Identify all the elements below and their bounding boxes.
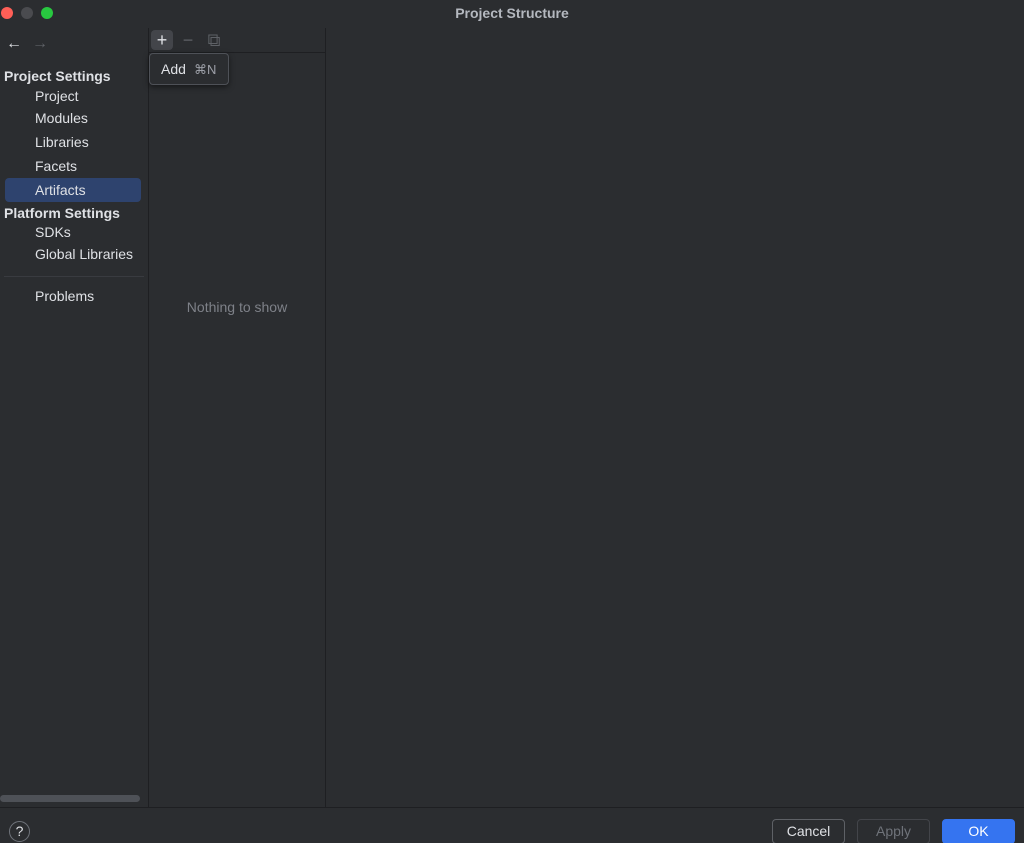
apply-button[interactable]: Apply xyxy=(857,819,930,843)
panel-divider[interactable] xyxy=(325,28,326,807)
tooltip-shortcut: ⌘N xyxy=(194,62,217,77)
forward-arrow-icon[interactable]: → xyxy=(30,34,50,54)
remove-icon[interactable]: − xyxy=(177,30,199,50)
sidebar-item-sdks[interactable]: SDKs xyxy=(5,220,141,244)
sidebar-item-global-libraries[interactable]: Global Libraries xyxy=(5,242,141,266)
cancel-button[interactable]: Cancel xyxy=(772,819,845,843)
artifacts-toolbar: + − ⧉ xyxy=(149,28,325,53)
section-header-project-settings: Project Settings xyxy=(4,68,111,84)
sidebar-item-facets[interactable]: Facets xyxy=(5,154,141,178)
panel-divider[interactable] xyxy=(148,28,149,807)
tooltip-label: Add xyxy=(161,61,186,77)
window-title: Project Structure xyxy=(455,5,569,21)
copy-icon[interactable]: ⧉ xyxy=(203,30,225,50)
section-header-platform-settings: Platform Settings xyxy=(4,205,120,221)
ok-button[interactable]: OK xyxy=(942,819,1015,843)
sidebar-item-project[interactable]: Project xyxy=(5,84,141,108)
title-bar: Project Structure xyxy=(0,0,1024,26)
sidebar-item-problems[interactable]: Problems xyxy=(5,284,141,308)
navigation-bar: ← → xyxy=(0,30,148,58)
back-arrow-icon[interactable]: ← xyxy=(4,34,24,54)
sidebar-item-libraries[interactable]: Libraries xyxy=(5,130,141,154)
sidebar-divider xyxy=(4,276,144,277)
sidebar-item-modules[interactable]: Modules xyxy=(5,106,141,130)
help-icon[interactable]: ? xyxy=(9,821,30,842)
add-tooltip: Add ⌘N xyxy=(149,53,229,85)
sidebar-item-artifacts[interactable]: Artifacts xyxy=(5,178,141,202)
footer-divider xyxy=(0,807,1024,808)
sidebar-horizontal-scrollbar[interactable] xyxy=(0,795,140,802)
add-icon[interactable]: + xyxy=(151,30,173,50)
empty-list-message: Nothing to show xyxy=(186,299,288,315)
settings-sidebar: Project Settings Project Modules Librari… xyxy=(0,62,148,807)
